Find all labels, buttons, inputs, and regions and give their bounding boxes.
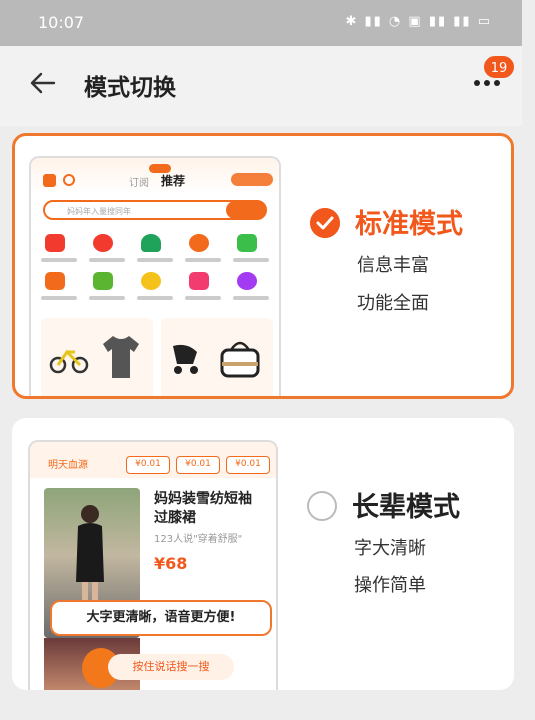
category-icon: [93, 272, 113, 290]
handbag-icon: [220, 341, 260, 378]
model-figure: [76, 505, 104, 610]
category-icon: [189, 234, 209, 252]
page-header: 模式切换 19: [0, 46, 522, 126]
category-icon: [45, 272, 65, 290]
category-icon: [141, 272, 161, 290]
elder-mode-desc-1: 字大清晰: [354, 538, 426, 559]
scan-icon: [63, 174, 75, 186]
elder-mode-preview: 明天血源 ¥0.01 ¥0.01 ¥0.01 妈妈装雪纺短袖过膝裙 123人说"…: [28, 440, 278, 690]
status-indicators: ✱ ▮▮ ◔ ▣ ▮▮ ▮▮ ▭: [345, 14, 492, 29]
app-logo-icon: [43, 174, 56, 187]
price-chip: ¥0.01: [126, 456, 170, 474]
standard-mode-card[interactable]: 订阅 推荐 妈妈年入量搜同年 标准模式 信息丰富 功能全面: [12, 133, 514, 399]
bike-icon: [49, 349, 89, 374]
elder-mode-desc-2: 操作简单: [354, 575, 426, 596]
preview-search-placeholder: 妈妈年入量搜同年: [67, 207, 131, 216]
product-title: 妈妈装雪纺短袖过膝裙: [154, 491, 252, 526]
notification-badge: 19: [482, 54, 516, 80]
page-title: 模式切换: [84, 75, 176, 101]
price-chip: ¥0.01: [226, 456, 270, 474]
preview-section-label: 明天血源: [48, 460, 88, 471]
standard-mode-desc-1: 信息丰富: [357, 255, 429, 276]
back-arrow-icon[interactable]: [28, 68, 58, 98]
status-bar: 10:07 ✱ ▮▮ ◔ ▣ ▮▮ ▮▮ ▭: [0, 0, 522, 46]
elder-feature-banner: 大字更清晰，语音更方便!: [50, 600, 272, 636]
tshirt-icon: [103, 336, 139, 378]
unselected-radio-icon[interactable]: [307, 491, 337, 521]
standard-mode-desc-2: 功能全面: [357, 293, 429, 314]
category-icon: [93, 234, 113, 252]
standard-mode-name: 标准模式: [355, 209, 463, 240]
product-price: ¥68: [154, 554, 188, 573]
category-icon: [237, 272, 257, 290]
status-time: 10:07: [38, 13, 85, 32]
preview-tab-recommend: 推荐: [161, 174, 186, 188]
category-icon: [141, 234, 161, 252]
category-icon: [45, 234, 65, 252]
preview-search-button: [226, 201, 266, 219]
preview-tab-follow: 订阅: [129, 178, 149, 189]
standard-mode-preview: 订阅 推荐 妈妈年入量搜同年: [29, 156, 281, 396]
elder-mode-name: 长辈模式: [352, 492, 460, 523]
selected-check-icon[interactable]: [310, 208, 340, 238]
voice-search-button: 按住说话搜一搜: [108, 654, 234, 680]
elder-mode-card[interactable]: 明天血源 ¥0.01 ¥0.01 ¥0.01 妈妈装雪纺短袖过膝裙 123人说"…: [12, 418, 514, 690]
product-subtitle: 123人说"穿着舒服": [154, 534, 243, 545]
stroller-icon: [173, 344, 198, 374]
price-chip: ¥0.01: [176, 456, 220, 474]
category-icon: [189, 272, 209, 290]
preview-promo-area: [41, 318, 273, 396]
preview-user-pill: [231, 173, 273, 186]
category-icon: [237, 234, 257, 252]
